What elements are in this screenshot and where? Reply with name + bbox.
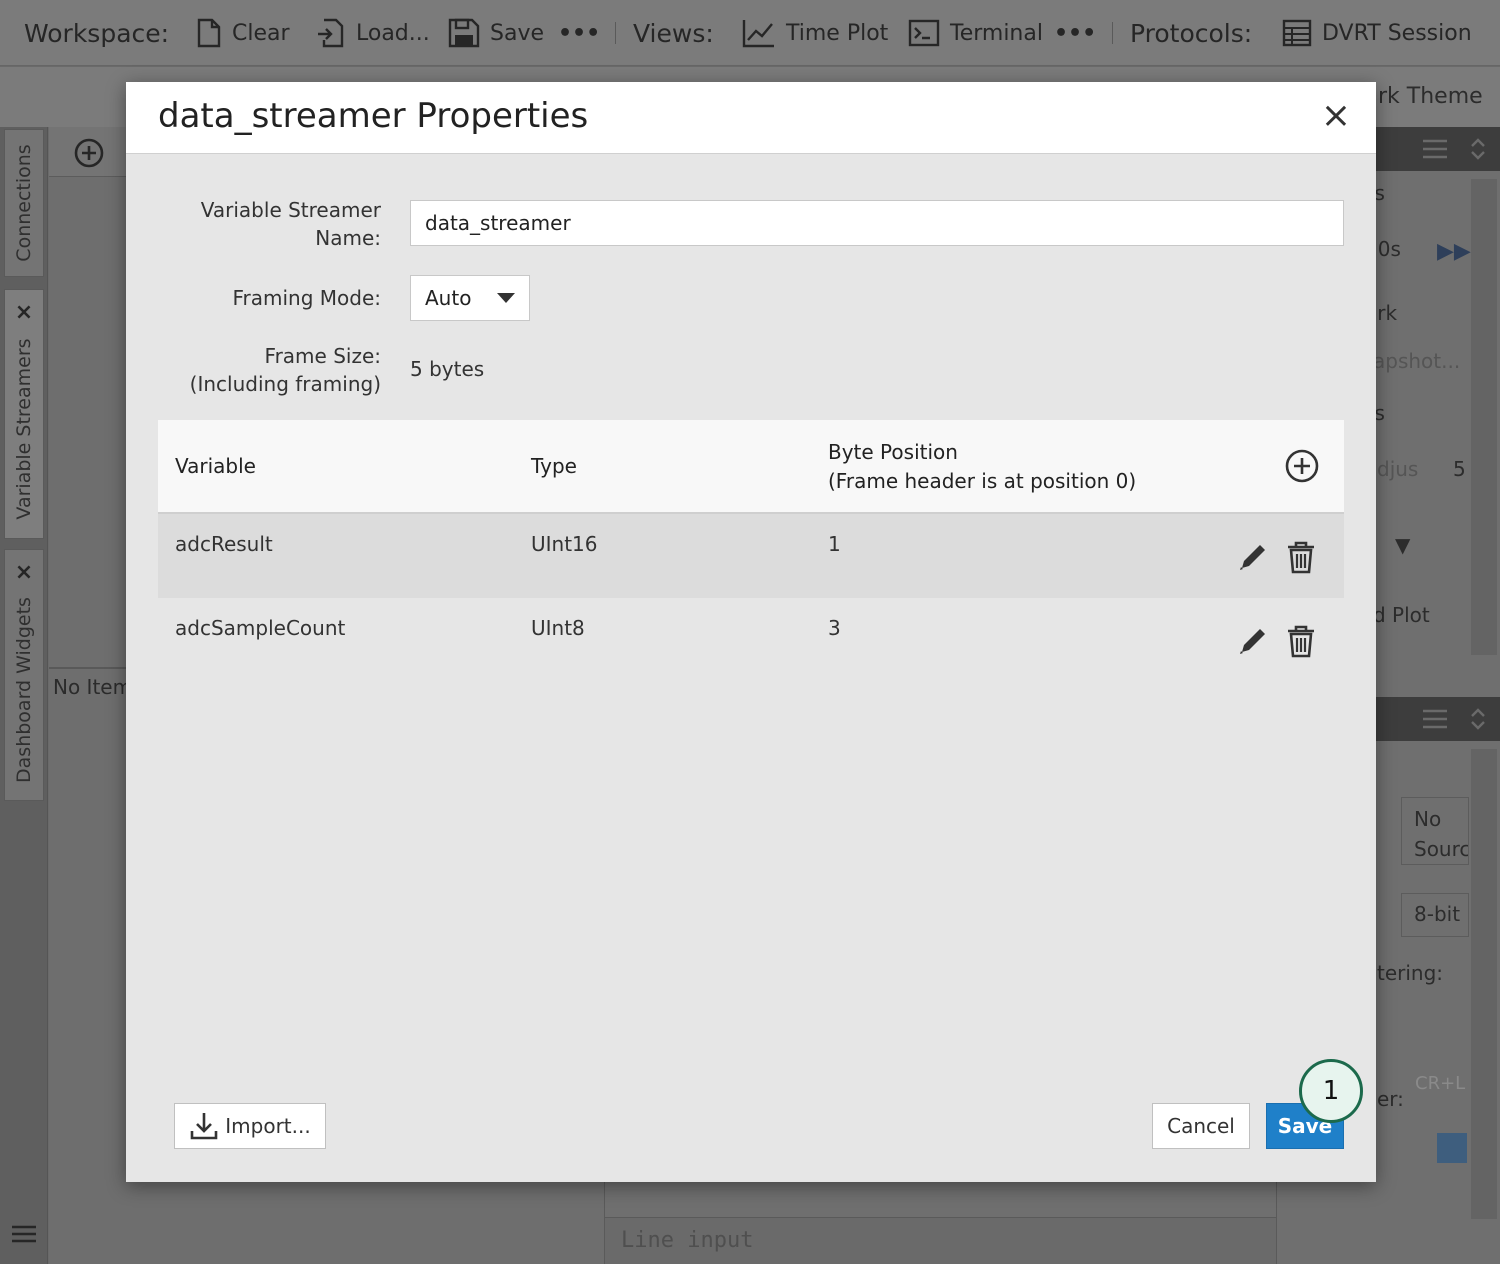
- terminator-label: er:: [1377, 1087, 1404, 1111]
- streamer-name-label: Variable Streamer Name:: [200, 198, 381, 250]
- left-sidebar: Connections × Variable Streamers × Dashb…: [0, 127, 48, 1264]
- trash-icon[interactable]: [1284, 624, 1318, 658]
- dropdown-arrow-icon[interactable]: ▼: [1395, 533, 1410, 557]
- expand-collapse-icon[interactable]: [1469, 137, 1487, 161]
- cell-variable: adcSampleCount: [175, 616, 346, 640]
- menu-icon[interactable]: [1423, 709, 1447, 729]
- step-callout-badge: 1: [1299, 1059, 1363, 1123]
- add-variable-icon[interactable]: [1284, 448, 1320, 484]
- workspace-label: Workspace:: [24, 18, 170, 48]
- toolbar-divider: [1112, 22, 1113, 44]
- cancel-button[interactable]: Cancel: [1152, 1103, 1250, 1149]
- scrollbar[interactable]: [1471, 749, 1497, 1219]
- line-chart-icon: [742, 20, 774, 48]
- save-workspace-button[interactable]: Save: [448, 14, 544, 52]
- main-toolbar: Workspace: Clear Load... Save ••• Views:…: [0, 0, 1500, 66]
- close-tab-icon[interactable]: ×: [5, 300, 43, 325]
- frame-size-value: 5 bytes: [410, 357, 485, 381]
- dark-theme-toggle[interactable]: rk Theme: [1378, 84, 1483, 109]
- source-select[interactable]: No Sourc: [1401, 797, 1469, 865]
- scrollbar[interactable]: [1471, 179, 1497, 655]
- framing-mode-select[interactable]: Auto: [410, 275, 530, 321]
- hamburger-icon[interactable]: [12, 1225, 36, 1243]
- fast-forward-icon[interactable]: ▶▶: [1437, 239, 1471, 264]
- edit-pencil-icon[interactable]: [1236, 624, 1270, 658]
- import-button[interactable]: Import...: [174, 1103, 326, 1149]
- trash-icon[interactable]: [1284, 540, 1318, 574]
- dvrt-session-label: DVRT Session: [1322, 20, 1472, 46]
- cell-position: 3: [828, 616, 841, 640]
- column-header-byte-position-note: (Frame header is at position 0): [828, 469, 1137, 493]
- edit-pencil-icon[interactable]: [1236, 540, 1270, 574]
- download-icon: [190, 1113, 218, 1140]
- expand-collapse-icon[interactable]: [1469, 707, 1487, 731]
- terminal-label: Terminal: [950, 20, 1043, 46]
- terminal-icon: [908, 19, 940, 47]
- floppy-disk-icon: [448, 18, 480, 48]
- tab-connections[interactable]: Connections: [4, 129, 44, 277]
- cell-type: UInt16: [531, 532, 598, 556]
- views-label: Views:: [633, 18, 714, 48]
- table-row: adcResult UInt16 1: [158, 514, 1344, 598]
- save-workspace-label: Save: [490, 20, 545, 46]
- load-file-icon: [318, 18, 344, 48]
- column-header-variable: Variable: [175, 454, 256, 478]
- no-items-text: No Item: [53, 675, 133, 699]
- clear-label: Clear: [232, 20, 290, 46]
- checkbox-checked[interactable]: [1437, 1133, 1467, 1163]
- table-row: adcSampleCount UInt8 3: [158, 598, 1344, 682]
- add-circle-icon[interactable]: [73, 137, 105, 169]
- dialog-title: data_streamer Properties: [158, 96, 589, 136]
- line-input-field[interactable]: Line input: [605, 1217, 1277, 1264]
- views-more-button[interactable]: •••: [1054, 14, 1096, 52]
- frame-size-label: Frame Size: (Including framing): [189, 344, 381, 396]
- table-header: Variable Type Byte Position (Frame heade…: [158, 420, 1344, 514]
- menu-icon[interactable]: [1423, 139, 1447, 159]
- cell-type: UInt8: [531, 616, 585, 640]
- load-label: Load...: [356, 20, 430, 46]
- workspace-more-button[interactable]: •••: [558, 14, 600, 52]
- framing-mode-label: Framing Mode:: [232, 286, 381, 310]
- import-label: Import...: [225, 1114, 311, 1138]
- cell-variable: adcResult: [175, 532, 273, 556]
- dialog-header: data_streamer Properties ×: [126, 82, 1376, 154]
- filtering-label: tering:: [1377, 961, 1444, 985]
- tab-variable-streamers[interactable]: × Variable Streamers: [4, 289, 44, 539]
- close-tab-icon[interactable]: ×: [5, 560, 43, 585]
- properties-dialog: data_streamer Properties × Variable Stre…: [126, 82, 1376, 1182]
- toolbar-divider: [615, 22, 616, 44]
- adjust-value[interactable]: 5: [1453, 457, 1466, 481]
- caret-down-icon: [497, 293, 515, 303]
- terminal-button[interactable]: Terminal: [908, 14, 1043, 52]
- table-icon: [1282, 19, 1312, 47]
- protocols-label: Protocols:: [1130, 18, 1253, 48]
- terminator-input[interactable]: CR+L: [1415, 1073, 1465, 1094]
- clear-button[interactable]: Clear: [196, 14, 290, 52]
- streamer-name-input[interactable]: [410, 200, 1344, 246]
- snapshot-button[interactable]: apshot...: [1373, 349, 1460, 373]
- adjust-label: djus: [1377, 457, 1419, 481]
- tab-dashboard-widgets[interactable]: × Dashboard Widgets: [4, 549, 44, 801]
- column-header-type: Type: [531, 454, 577, 478]
- framing-mode-value: Auto: [425, 286, 472, 310]
- new-file-icon: [197, 18, 221, 48]
- bits-select[interactable]: 8-bit: [1401, 893, 1469, 937]
- add-plot-button[interactable]: d Plot: [1373, 603, 1430, 627]
- close-icon[interactable]: ×: [1316, 96, 1356, 136]
- column-header-byte-position: Byte Position: [828, 440, 958, 464]
- variables-table: Variable Type Byte Position (Frame heade…: [158, 420, 1344, 682]
- cell-position: 1: [828, 532, 841, 556]
- time-plot-label: Time Plot: [786, 20, 889, 46]
- time-plot-button[interactable]: Time Plot: [742, 14, 888, 52]
- dvrt-session-button[interactable]: DVRT Session: [1282, 14, 1472, 52]
- load-button[interactable]: Load...: [316, 14, 430, 52]
